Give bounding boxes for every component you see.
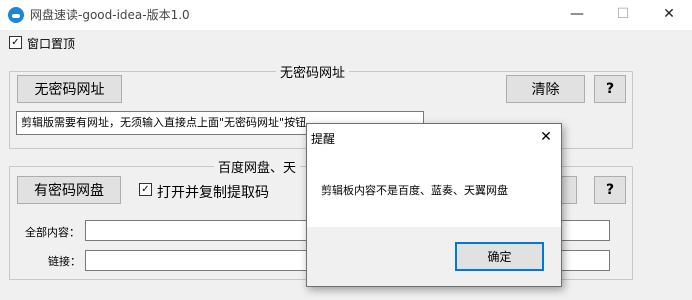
dialog-title: 提醒 <box>311 132 336 146</box>
link-label: 链接： <box>48 255 81 268</box>
dialog-message: 剪辑板内容不是百度、蓝奏、天翼网盘 <box>321 184 508 197</box>
dialog-footer: 确定 <box>307 227 561 286</box>
password-disk-button[interactable]: 有密码网盘 <box>17 176 121 204</box>
copy-code-checkbox[interactable]: ✓ <box>139 183 152 196</box>
topmost-label: 窗口置顶 <box>27 37 76 51</box>
dialog-close-button[interactable]: ✕ <box>535 126 557 148</box>
topmost-checkbox[interactable]: ✓ <box>9 36 22 49</box>
window-title: 网盘速读-good-idea-版本1.0 <box>30 8 190 22</box>
help-button-1[interactable]: ? <box>594 75 626 103</box>
title-bar: 网盘速读-good-idea-版本1.0 — ☐ ✕ <box>0 0 692 30</box>
maximize-button[interactable]: ☐ <box>600 0 646 30</box>
copy-code-label: 打开并复制提取码 <box>157 185 269 201</box>
no-password-group-title: 无密码网址 <box>276 62 350 81</box>
no-password-url-button[interactable]: 无密码网址 <box>17 75 122 103</box>
password-group-title: 百度网盘、天 <box>214 157 301 176</box>
clear-button[interactable]: 清除 <box>506 75 585 103</box>
app-icon <box>8 7 24 23</box>
help-button-2[interactable]: ? <box>594 176 626 204</box>
minimize-button[interactable]: — <box>554 0 600 30</box>
all-content-label: 全部内容： <box>25 226 80 239</box>
alert-dialog: 提醒 ✕ 剪辑板内容不是百度、蓝奏、天翼网盘 确定 <box>306 123 562 287</box>
ok-button[interactable]: 确定 <box>455 242 544 271</box>
close-button[interactable]: ✕ <box>646 0 692 30</box>
